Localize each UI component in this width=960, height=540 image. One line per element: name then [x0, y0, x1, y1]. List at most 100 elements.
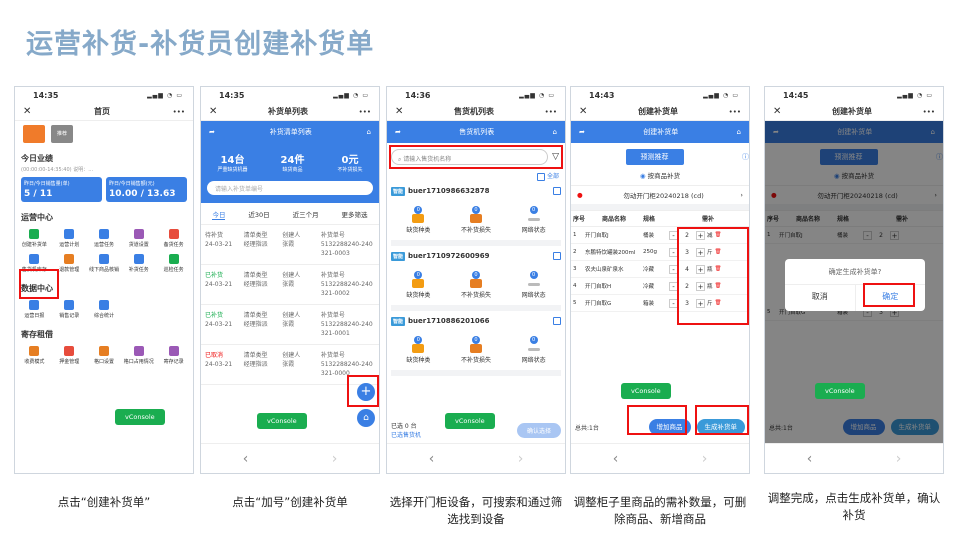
occupancy-icon	[133, 346, 144, 356]
back-icon[interactable]: ➦	[209, 128, 215, 136]
prev-icon[interactable]: ‹	[243, 451, 249, 467]
grid-item[interactable]: 综合统计	[87, 300, 122, 319]
tab-more-filter[interactable]: 更多筛选	[342, 209, 368, 220]
grid-item[interactable]: 补货任务	[121, 254, 156, 273]
vconsole-button[interactable]: vConsole	[257, 413, 307, 429]
help-icon[interactable]: ⓘ	[742, 152, 749, 162]
order-row[interactable]: 已补货 24-03-21 清单类型 经理指派 创建人 张霞 补货单号 513228824…	[201, 265, 379, 305]
clock: 14:45	[783, 90, 809, 100]
vconsole-button[interactable]: vConsole	[445, 413, 495, 429]
close-icon[interactable]: ✕	[209, 106, 217, 117]
device-checkbox[interactable]	[553, 317, 561, 325]
more-icon[interactable]: •••	[729, 108, 741, 116]
row-index: 3	[573, 266, 577, 272]
grid-item[interactable]: 销售记录	[52, 300, 87, 319]
grid-item[interactable]: 格口设置	[87, 346, 122, 365]
device-checkbox[interactable]	[553, 252, 561, 260]
order-row[interactable]: 待补货 24-03-21 清单类型 经理指派 创建人 张霞 补货单号 513228824…	[201, 225, 379, 265]
home-icon[interactable]: ⌂	[553, 128, 557, 136]
close-icon[interactable]: ✕	[23, 106, 31, 117]
banner-tile[interactable]	[23, 125, 45, 143]
grid-item[interactable]: 货道设置	[121, 229, 156, 248]
signal-icon: ▂▄▆ ◔ ▭	[703, 91, 739, 99]
sales-count-card[interactable]: 昨日/今日销售量(单) 5 / 11	[21, 177, 102, 202]
sales-amount-card[interactable]: 昨日/今日销售额(元) 10.00 / 13.63	[106, 177, 187, 202]
grid-item[interactable]: 创建补货单	[17, 229, 52, 248]
order-no: 5132288240-240321-0001	[320, 321, 373, 337]
data-grid: 运营日报 销售记录 综合统计	[15, 296, 193, 323]
caption-4: 调整柜子里商品的需补数量，可删除商品、新增商品	[573, 495, 747, 526]
by-goods-toggle[interactable]: ◉ 按商品补货	[571, 170, 749, 180]
recommend-tile[interactable]: 推荐	[51, 125, 73, 143]
back-icon[interactable]: ➦	[395, 128, 401, 136]
next-icon[interactable]: ›	[896, 451, 902, 467]
grid-item[interactable]: 线下商品核销	[87, 254, 122, 273]
tab-30days[interactable]: 近30日	[248, 209, 269, 220]
prev-icon[interactable]: ‹	[807, 451, 813, 467]
vconsole-button[interactable]: vConsole	[815, 383, 865, 399]
grid-item[interactable]: 备货任务	[156, 229, 191, 248]
device-checkbox[interactable]	[553, 187, 561, 195]
next-icon[interactable]: ›	[702, 451, 708, 467]
grid-item[interactable]: 收费模式	[17, 346, 52, 365]
stats-icon	[98, 300, 109, 310]
close-icon[interactable]: ✕	[395, 106, 403, 117]
device-card[interactable]: 智能 buer1710972600969 0 缺货种类 0 不补货损失 0 网络状态	[391, 251, 561, 311]
creator-label: 创建人	[282, 352, 301, 359]
order-status: 已补货	[205, 272, 224, 279]
metric-badge: 0	[471, 205, 480, 214]
prev-icon[interactable]: ‹	[429, 451, 435, 467]
home-float-button[interactable]: ⌂	[357, 409, 375, 427]
grid-item[interactable]: 巡检任务	[156, 254, 191, 273]
selected-count: 已选 0 台	[391, 423, 417, 430]
search-input[interactable]: 请输入补货单编号	[207, 181, 373, 195]
tab-today[interactable]: 今日	[212, 209, 226, 220]
more-icon[interactable]: •••	[173, 108, 185, 116]
device-card[interactable]: 智能 buer1710986632878 0 缺货种类 0 不补货损失 0 网络状态	[391, 186, 561, 246]
grid-label: 销售记录	[59, 313, 80, 319]
loss-metric: 0 不补货损失	[461, 270, 491, 299]
prev-icon[interactable]: ‹	[613, 451, 619, 467]
slot-icon	[98, 346, 109, 356]
close-icon[interactable]: ✕	[773, 106, 781, 117]
grid-item[interactable]: 格口占用情况	[121, 346, 156, 365]
stat: 14台 严重缺货机器	[218, 151, 248, 173]
highlight-box	[389, 145, 563, 169]
predict-button[interactable]: 预测推荐	[625, 149, 684, 165]
grid-label: 运营任务	[93, 242, 114, 248]
close-icon[interactable]: ✕	[579, 106, 587, 117]
task-icon	[168, 229, 179, 239]
grid-item[interactable]: 运营任务	[87, 229, 122, 248]
next-icon[interactable]: ›	[332, 451, 338, 467]
blue-header: ➦ 售货机列表 ⌂	[387, 121, 565, 143]
grid-label: 押金管理	[59, 359, 80, 365]
home-icon[interactable]: ⌂	[367, 128, 371, 136]
money-icon	[469, 278, 482, 288]
machine-row[interactable]: ● 勿动开门柜20240218 (cd) ›	[571, 185, 749, 204]
vconsole-button[interactable]: vConsole	[621, 383, 671, 399]
clock: 14:35	[219, 90, 245, 100]
vconsole-button[interactable]: vConsole	[115, 409, 165, 425]
grid-item[interactable]: 运营计划	[52, 229, 87, 248]
grid-item[interactable]: 运营日报	[17, 300, 52, 319]
order-row[interactable]: 已补货 24-03-21 清单类型 经理指派 创建人 张霞 补货单号 513228824…	[201, 305, 379, 345]
device-id: buer1710972600969	[408, 252, 490, 260]
signal-icon: ▂▄▆ ◔ ▭	[897, 91, 933, 99]
next-icon[interactable]: ›	[518, 451, 524, 467]
confirm-select-button[interactable]: 确认选择	[516, 422, 561, 438]
more-icon[interactable]: •••	[923, 108, 935, 116]
more-icon[interactable]: •••	[545, 108, 557, 116]
back-icon[interactable]: ➦	[579, 128, 585, 136]
home-icon[interactable]: ⌂	[737, 128, 741, 136]
page-title: 补货单列表	[268, 107, 308, 116]
more-icon[interactable]: •••	[359, 108, 371, 116]
grid-item[interactable]: 寄存记录	[156, 346, 191, 365]
select-all-checkbox[interactable]	[536, 172, 545, 181]
grid-item[interactable]: 押金管理	[52, 346, 87, 365]
grid-label: 格口设置	[93, 359, 114, 365]
device-card[interactable]: 智能 buer1710886201066 0 缺货种类 0 不补货损失 0 网络状态	[391, 316, 561, 376]
selected-link[interactable]: 已选售货机	[391, 432, 421, 439]
dialog-cancel-button[interactable]: 取消	[785, 285, 856, 311]
tab-3months[interactable]: 近三个月	[293, 209, 319, 220]
select-all[interactable]: 全部	[387, 171, 565, 181]
